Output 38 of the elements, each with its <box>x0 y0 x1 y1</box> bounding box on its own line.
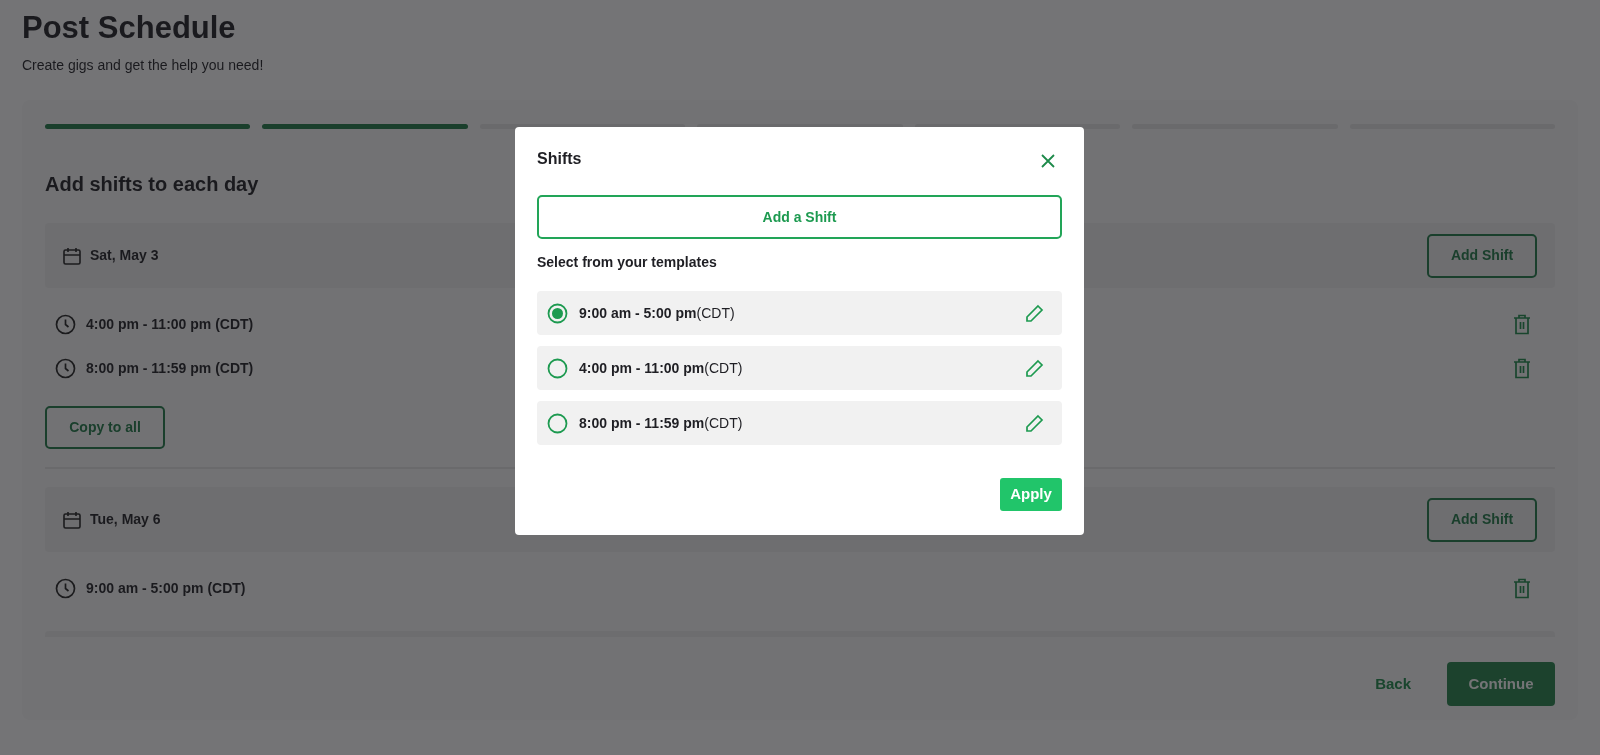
radio-button[interactable] <box>547 357 568 379</box>
radio-button[interactable] <box>547 302 568 324</box>
pencil-icon[interactable] <box>1025 358 1044 378</box>
trash-icon[interactable] <box>1513 314 1531 335</box>
template-time: 4:00 pm - 11:00 pm(CDT) <box>579 358 743 378</box>
page-title: Post Schedule <box>22 9 237 47</box>
add-shift-button[interactable]: Add Shift <box>1427 497 1537 542</box>
close-icon[interactable] <box>1040 153 1056 169</box>
template-time: 9:00 am - 5:00 pm(CDT) <box>579 303 735 323</box>
back-button[interactable]: Back <box>1367 664 1419 704</box>
templates-label: Select from your templates <box>537 253 718 272</box>
clock-icon <box>55 358 76 379</box>
trash-icon[interactable] <box>1513 358 1531 379</box>
section-heading: Add shifts to each day <box>45 172 260 197</box>
template-option[interactable]: 4:00 pm - 11:00 pm(CDT) <box>537 346 1062 390</box>
apply-button[interactable]: Apply <box>1000 478 1062 511</box>
calendar-icon <box>62 245 82 266</box>
template-time: 8:00 pm - 11:59 pm(CDT) <box>579 413 743 433</box>
pencil-icon[interactable] <box>1025 303 1044 323</box>
page-subtitle: Create gigs and get the help you need! <box>22 56 265 75</box>
dialog-title: Shifts <box>537 149 582 169</box>
template-option[interactable]: 9:00 am - 5:00 pm(CDT) <box>537 291 1062 335</box>
clock-icon <box>55 314 76 335</box>
add-shift-button[interactable]: Add Shift <box>1427 233 1537 278</box>
shift-time: 4:00 pm - 11:00 pm (CDT) <box>86 315 254 334</box>
day-date: Tue, May 6 <box>90 510 161 529</box>
template-option[interactable]: 8:00 pm - 11:59 pm(CDT) <box>537 401 1062 445</box>
copy-to-all-button[interactable]: Copy to all <box>45 406 165 449</box>
clock-icon <box>55 578 76 599</box>
continue-button[interactable]: Continue <box>1447 662 1555 706</box>
shift-time: 8:00 pm - 11:59 pm (CDT) <box>86 359 254 378</box>
pencil-icon[interactable] <box>1025 413 1044 433</box>
add-shift-button[interactable]: Add a Shift <box>537 195 1062 239</box>
trash-icon[interactable] <box>1513 578 1531 599</box>
calendar-icon <box>62 509 82 530</box>
day-date: Sat, May 3 <box>90 246 159 265</box>
radio-button[interactable] <box>547 412 568 434</box>
shift-time: 9:00 am - 5:00 pm (CDT) <box>86 579 246 598</box>
